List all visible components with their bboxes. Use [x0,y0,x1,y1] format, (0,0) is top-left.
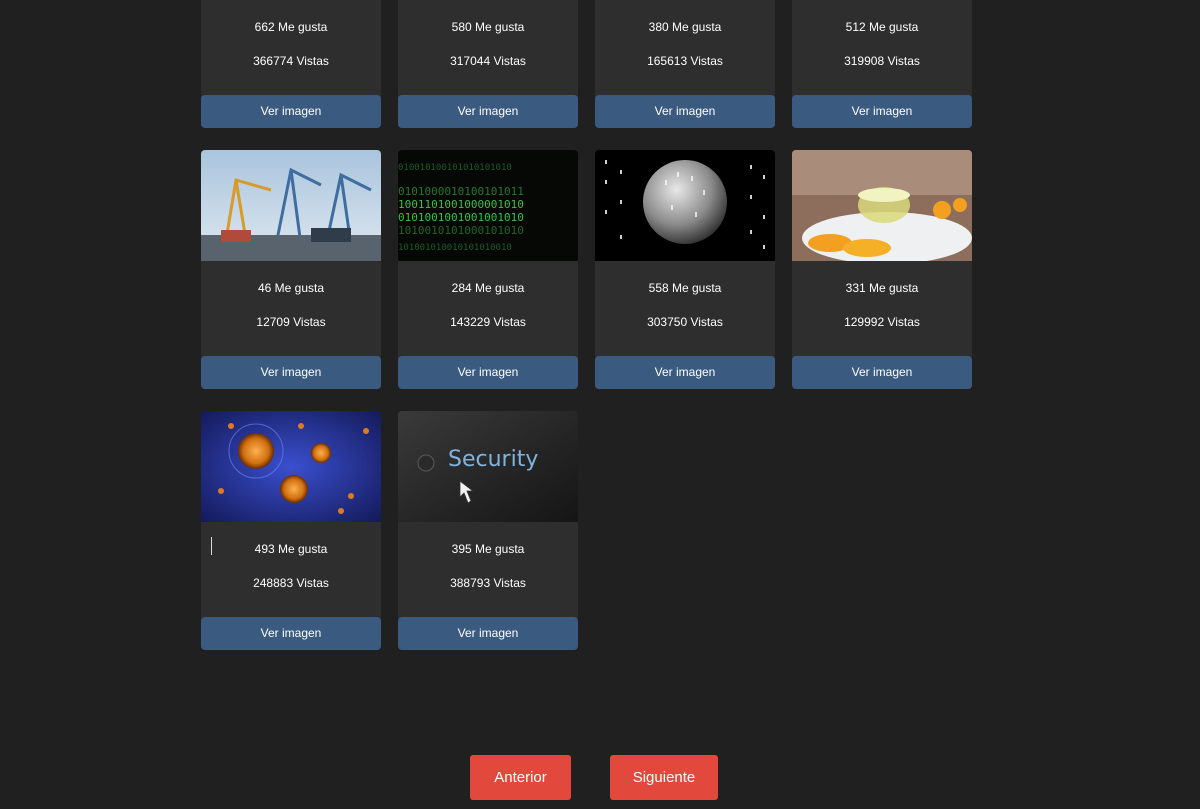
view-image-button[interactable]: Ver imagen [201,95,381,128]
image-card: 0101000010100101011 1001101001000001010 … [398,150,578,389]
gallery-page: 662 Me gusta 366774 Vistas Ver imagen 58… [0,0,1200,809]
svg-text:101001010010101010010: 101001010010101010010 [398,243,512,253]
image-card: Security 395 Me gusta 388793 Vistas Ver … [398,411,578,650]
view-image-button[interactable]: Ver imagen [595,356,775,389]
likes-count: 284 Me gusta [451,281,525,295]
likes-count: 512 Me gusta [845,20,919,34]
svg-text:0101001001001001010: 0101001001001001010 [398,211,524,224]
views-count: 248883 Vistas [253,576,329,590]
image-card: 662 Me gusta 366774 Vistas Ver imagen [201,0,381,128]
likes-count: 380 Me gusta [648,20,722,34]
svg-text:0101000010100101011: 0101000010100101011 [398,185,524,198]
binary-code-thumbnail[interactable]: 0101000010100101011 1001101001000001010 … [398,150,578,261]
likes-count: 46 Me gusta [257,281,325,295]
virus-cells-thumbnail[interactable] [201,411,381,522]
image-card: 46 Me gusta 12709 Vistas Ver imagen [201,150,381,389]
view-image-button[interactable]: Ver imagen [398,617,578,650]
image-card: 512 Me gusta 319908 Vistas Ver imagen [792,0,972,128]
next-page-button[interactable]: Siguiente [610,755,718,800]
binary-sphere-thumbnail[interactable] [595,150,775,261]
view-image-button[interactable]: Ver imagen [201,356,381,389]
view-image-button[interactable]: Ver imagen [398,95,578,128]
security-thumb-text: Security [448,447,538,472]
views-count: 143229 Vistas [450,315,526,329]
view-image-button[interactable]: Ver imagen [595,95,775,128]
image-card: 558 Me gusta 303750 Vistas Ver imagen [595,150,775,389]
views-count: 12709 Vistas [256,315,326,329]
views-count: 129992 Vistas [844,315,920,329]
view-image-button[interactable]: Ver imagen [201,617,381,650]
views-count: 303750 Vistas [647,315,723,329]
image-card: 380 Me gusta 165613 Vistas Ver imagen [595,0,775,128]
views-count: 165613 Vistas [647,54,723,68]
previous-page-button[interactable]: Anterior [470,755,571,800]
image-grid: 662 Me gusta 366774 Vistas Ver imagen 58… [201,0,972,650]
svg-text:010010100101010101010: 010010100101010101010 [398,163,512,173]
views-count: 317044 Vistas [450,54,526,68]
lemon-tea-thumbnail[interactable] [792,150,972,261]
likes-count: 558 Me gusta [648,281,722,295]
view-image-button[interactable]: Ver imagen [398,356,578,389]
image-card: 580 Me gusta 317044 Vistas Ver imagen [398,0,578,128]
harbor-cranes-thumbnail[interactable] [201,150,381,261]
likes-count: 395 Me gusta [451,542,525,556]
svg-text:1010010101000101010: 1010010101000101010 [398,224,524,237]
security-button-thumbnail[interactable]: Security [398,411,578,522]
view-image-button[interactable]: Ver imagen [792,95,972,128]
likes-count: 580 Me gusta [451,20,525,34]
image-card: 331 Me gusta 129992 Vistas Ver imagen [792,150,972,389]
views-count: 319908 Vistas [844,54,920,68]
likes-count: 493 Me gusta [254,542,328,556]
svg-text:1001101001000001010: 1001101001000001010 [398,198,524,211]
image-card: 493 Me gusta 248883 Vistas Ver imagen [201,411,381,650]
view-image-button[interactable]: Ver imagen [792,356,972,389]
likes-count: 331 Me gusta [845,281,919,295]
views-count: 388793 Vistas [450,576,526,590]
views-count: 366774 Vistas [253,54,329,68]
likes-count: 662 Me gusta [254,20,328,34]
